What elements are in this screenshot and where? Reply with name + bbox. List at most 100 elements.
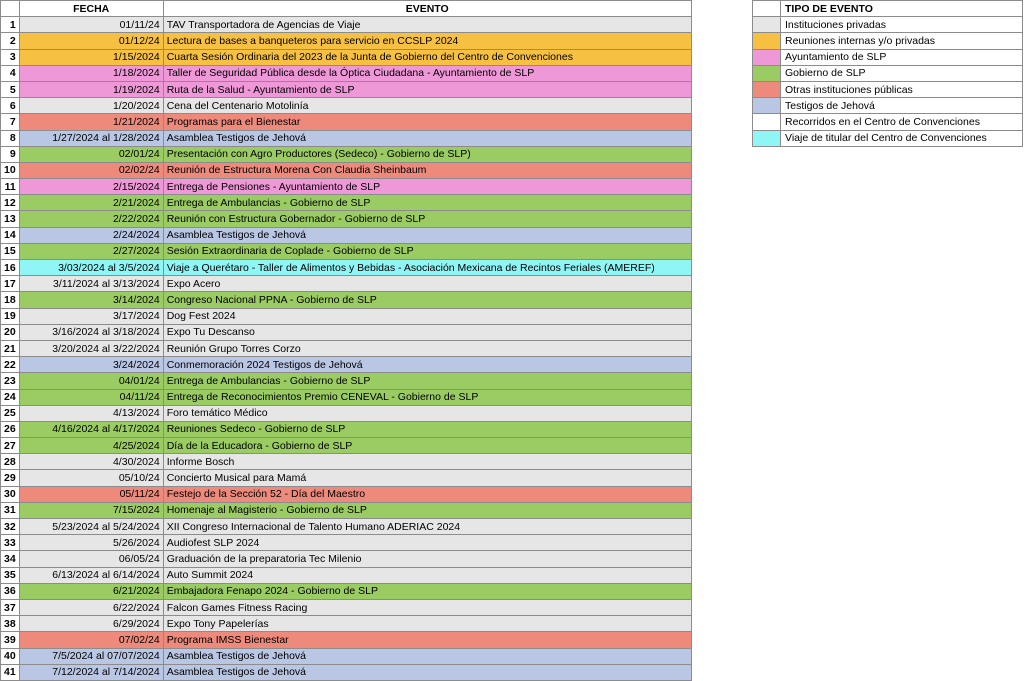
fecha-cell[interactable]: 2/24/2024 — [18, 226, 164, 244]
evento-cell[interactable]: Entrega de Ambulancias - Gobierno de SLP — [162, 372, 692, 390]
row-number[interactable]: 10 — [0, 161, 20, 180]
fecha-cell[interactable]: 7/12/2024 al 7/14/2024 — [18, 663, 164, 681]
row-number[interactable]: 17 — [0, 275, 20, 293]
row-number[interactable]: 23 — [0, 372, 20, 390]
evento-cell[interactable]: Concierto Musical para Mamá — [162, 469, 692, 487]
row-number[interactable]: 35 — [0, 566, 20, 584]
evento-cell[interactable]: Reunión con Estructura Gobernador - Gobi… — [162, 210, 692, 228]
legend-swatch[interactable] — [752, 97, 781, 115]
fecha-cell[interactable]: 05/11/24 — [18, 485, 164, 503]
fecha-cell[interactable]: 1/19/2024 — [18, 80, 164, 99]
row-number[interactable]: 31 — [0, 501, 20, 520]
row-number[interactable]: 27 — [0, 437, 20, 455]
legend-swatch[interactable] — [752, 16, 781, 34]
fecha-cell[interactable]: 4/30/2024 — [18, 453, 164, 471]
row-number[interactable]: 24 — [0, 388, 20, 406]
row-number[interactable]: 26 — [0, 420, 20, 439]
fecha-cell[interactable]: 7/5/2024 al 07/07/2024 — [18, 647, 164, 665]
fecha-cell[interactable]: 02/01/24 — [18, 145, 164, 163]
fecha-cell[interactable]: 5/23/2024 al 5/24/2024 — [18, 517, 164, 536]
row-number[interactable]: 9 — [0, 145, 20, 163]
fecha-cell[interactable]: 6/22/2024 — [18, 598, 164, 617]
fecha-cell[interactable]: 2/27/2024 — [18, 242, 164, 261]
row-number[interactable]: 33 — [0, 534, 20, 552]
fecha-cell[interactable]: 1/15/2024 — [18, 48, 164, 66]
row-number[interactable]: 20 — [0, 323, 20, 341]
evento-cell[interactable]: Expo Acero — [162, 275, 692, 293]
evento-cell[interactable]: Auto Summit 2024 — [162, 566, 692, 584]
evento-cell[interactable]: Cuarta Sesión Ordinaria del 2023 de la J… — [162, 48, 692, 66]
evento-cell[interactable]: Entrega de Pensiones - Ayuntamiento de S… — [162, 178, 692, 196]
fecha-cell[interactable]: 4/16/2024 al 4/17/2024 — [18, 420, 164, 439]
legend-label[interactable]: Gobierno de SLP — [780, 64, 1023, 82]
evento-cell[interactable]: Programa IMSS Bienestar — [162, 631, 692, 649]
evento-cell[interactable]: Entrega de Ambulancias - Gobierno de SLP — [162, 194, 692, 212]
evento-header[interactable]: EVENTO — [162, 0, 692, 18]
fecha-cell[interactable]: 1/20/2024 — [18, 97, 164, 115]
evento-cell[interactable]: Dog Fest 2024 — [162, 307, 692, 325]
evento-cell[interactable]: Conmemoración 2024 Testigos de Jehová — [162, 356, 692, 374]
row-number[interactable]: 7 — [0, 113, 20, 131]
legend-label[interactable]: Testigos de Jehová — [780, 97, 1023, 115]
fecha-cell[interactable]: 04/01/24 — [18, 372, 164, 390]
fecha-cell[interactable]: 6/29/2024 — [18, 615, 164, 633]
evento-cell[interactable]: Festejo de la Sección 52 - Día del Maest… — [162, 485, 692, 503]
legend-swatch[interactable] — [752, 113, 781, 131]
row-number[interactable]: 12 — [0, 194, 20, 212]
fecha-cell[interactable]: 01/11/24 — [18, 16, 164, 34]
evento-cell[interactable]: Homenaje al Magisterio - Gobierno de SLP — [162, 501, 692, 520]
evento-cell[interactable]: Asamblea Testigos de Jehová — [162, 226, 692, 244]
legend-label[interactable]: Otras instituciones públicas — [780, 80, 1023, 99]
evento-cell[interactable]: Congreso Nacional PPNA - Gobierno de SLP — [162, 291, 692, 309]
row-number[interactable]: 18 — [0, 291, 20, 309]
fecha-cell[interactable]: 6/13/2024 al 6/14/2024 — [18, 566, 164, 584]
row-number[interactable]: 39 — [0, 631, 20, 649]
evento-cell[interactable]: Audiofest SLP 2024 — [162, 534, 692, 552]
fecha-cell[interactable]: 04/11/24 — [18, 388, 164, 406]
evento-cell[interactable]: Sesión Extraordinaria de Coplade - Gobie… — [162, 242, 692, 261]
evento-cell[interactable]: Programas para el Bienestar — [162, 113, 692, 131]
row-number[interactable]: 32 — [0, 517, 20, 536]
evento-cell[interactable]: Asamblea Testigos de Jehová — [162, 663, 692, 681]
fecha-cell[interactable]: 2/15/2024 — [18, 178, 164, 196]
fecha-cell[interactable]: 5/26/2024 — [18, 534, 164, 552]
row-number[interactable]: 11 — [0, 178, 20, 196]
fecha-cell[interactable]: 3/17/2024 — [18, 307, 164, 325]
fecha-cell[interactable]: 01/12/24 — [18, 32, 164, 50]
row-number[interactable]: 6 — [0, 97, 20, 115]
fecha-cell[interactable]: 3/03/2024 al 3/5/2024 — [18, 258, 164, 277]
evento-cell[interactable]: Reunión de Estructura Morena Con Claudia… — [162, 161, 692, 180]
fecha-cell[interactable]: 1/18/2024 — [18, 64, 164, 82]
row-number[interactable]: 1 — [0, 16, 20, 34]
fecha-cell[interactable]: 02/02/24 — [18, 161, 164, 180]
legend-swatch[interactable] — [752, 129, 781, 147]
legend-swatch[interactable] — [752, 80, 781, 99]
evento-cell[interactable]: Día de la Educadora - Gobierno de SLP — [162, 437, 692, 455]
evento-cell[interactable]: Falcon Games Fitness Racing — [162, 598, 692, 617]
fecha-cell[interactable]: 2/21/2024 — [18, 194, 164, 212]
legend-label[interactable]: Reuniones internas y/o privadas — [780, 32, 1023, 50]
row-number[interactable]: 4 — [0, 64, 20, 82]
fecha-cell[interactable]: 6/21/2024 — [18, 582, 164, 600]
fecha-cell[interactable]: 7/15/2024 — [18, 501, 164, 520]
row-number[interactable]: 30 — [0, 485, 20, 503]
row-number[interactable]: 29 — [0, 469, 20, 487]
evento-cell[interactable]: Graduación de la preparatoria Tec Mileni… — [162, 550, 692, 568]
evento-cell[interactable]: Foro temático Médico — [162, 404, 692, 422]
fecha-cell[interactable]: 3/11/2024 al 3/13/2024 — [18, 275, 164, 293]
fecha-cell[interactable]: 3/24/2024 — [18, 356, 164, 374]
evento-cell[interactable]: Informe Bosch — [162, 453, 692, 471]
row-number[interactable]: 19 — [0, 307, 20, 325]
row-number[interactable]: 2 — [0, 32, 20, 50]
evento-cell[interactable]: Reuniones Sedeco - Gobierno de SLP — [162, 420, 692, 439]
row-number[interactable]: 41 — [0, 663, 20, 681]
row-number[interactable]: 21 — [0, 339, 20, 358]
legend-label[interactable]: Viaje de titular del Centro de Convencio… — [780, 129, 1023, 147]
evento-cell[interactable]: Asamblea Testigos de Jehová — [162, 647, 692, 665]
row-number[interactable]: 3 — [0, 48, 20, 66]
fecha-cell[interactable]: 3/20/2024 al 3/22/2024 — [18, 339, 164, 358]
row-number[interactable]: 38 — [0, 615, 20, 633]
row-number[interactable]: 34 — [0, 550, 20, 568]
fecha-cell[interactable]: 4/25/2024 — [18, 437, 164, 455]
legend-swatch[interactable] — [752, 64, 781, 82]
